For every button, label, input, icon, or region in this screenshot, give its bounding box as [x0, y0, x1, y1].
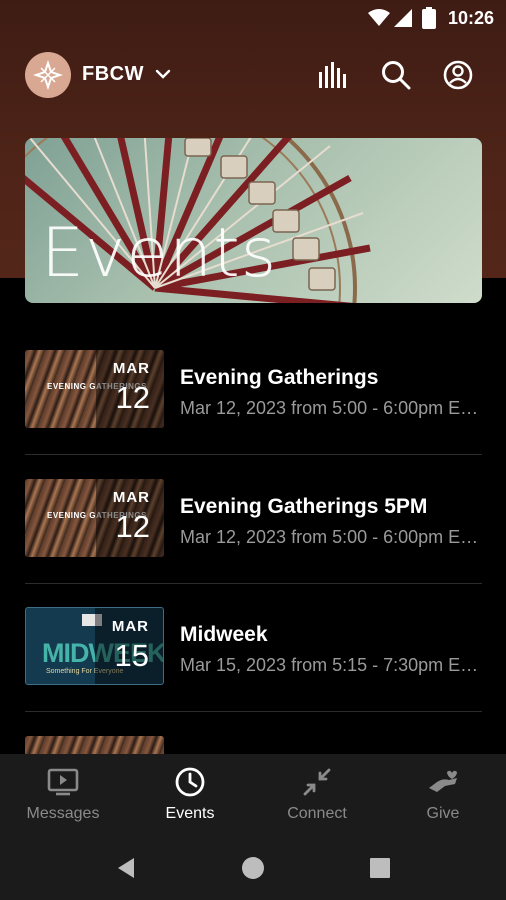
event-datetime: Mar 15, 2023 from 5:15 - 7:30pm Eastern … — [180, 655, 482, 675]
event-thumbnail: EVENING GATHERINGS MAR 12 — [25, 479, 164, 557]
nav-item-events[interactable]: Events — [127, 754, 253, 834]
nav-item-give[interactable]: Give — [380, 754, 506, 834]
event-thumbnail: EVENING GATHERINGS MAR 12 — [25, 350, 164, 428]
home-circle-icon — [242, 857, 264, 879]
recents-square-icon — [370, 858, 390, 878]
event-title: Evening Gatherings — [180, 366, 379, 389]
event-thumbnail — [25, 736, 164, 754]
status-time: 10:26 — [447, 8, 494, 28]
church-logo[interactable] — [25, 52, 71, 98]
nav-item-messages[interactable]: Messages — [0, 754, 126, 834]
tv-play-icon — [47, 766, 79, 798]
home-button[interactable] — [239, 854, 267, 882]
event-item[interactable]: EVENING GATHERINGS MAR 12 Evening Gather… — [25, 467, 482, 565]
nav-label: Messages — [26, 805, 100, 822]
search-icon — [382, 61, 411, 90]
recents-button[interactable] — [366, 854, 394, 882]
events-banner: Events — [25, 138, 482, 303]
event-datetime: Mar 12, 2023 from 5:00 - 6:00pm Eastern … — [180, 527, 482, 547]
system-navigation-bar — [0, 834, 506, 900]
audio-bars-button[interactable] — [317, 58, 351, 92]
banner-title: Events — [41, 214, 278, 293]
event-title: Evening Gatherings 5PM — [180, 495, 428, 518]
bottom-navigation: Messages Events Connect Give — [0, 754, 506, 834]
signal-icon — [394, 9, 412, 27]
date-day: 15 — [114, 638, 149, 673]
divider — [25, 711, 482, 712]
account-button[interactable] — [441, 58, 475, 92]
back-triangle-icon — [118, 858, 134, 878]
audio-bars-icon — [319, 62, 346, 88]
wifi-icon — [368, 9, 390, 26]
chevron-down-icon[interactable] — [154, 65, 172, 83]
event-item[interactable]: MIDWEEK Something For Everyone MAR 15 Mi… — [25, 595, 482, 693]
clock-icon — [174, 766, 206, 798]
date-month: MAR — [111, 618, 149, 635]
org-name[interactable]: FBCW — [82, 63, 144, 86]
battery-icon — [422, 7, 436, 29]
event-datetime: Mar 12, 2023 from 5:00 - 6:00pm Eastern … — [180, 398, 482, 418]
nav-label: Connect — [287, 805, 347, 822]
nav-label: Give — [426, 805, 460, 822]
search-button[interactable] — [379, 58, 413, 92]
event-list[interactable]: EVENING GATHERINGS MAR 12 Evening Gather… — [0, 338, 506, 754]
event-title: Midweek — [180, 623, 268, 646]
date-month: MAR — [112, 360, 150, 377]
divider — [25, 583, 482, 584]
event-item[interactable] — [25, 724, 482, 754]
crowd-image — [25, 736, 164, 754]
account-icon — [443, 60, 473, 90]
date-month: MAR — [112, 489, 150, 506]
event-thumbnail: MIDWEEK Something For Everyone MAR 15 — [25, 607, 164, 685]
date-day: 12 — [115, 509, 150, 544]
app-header: FBCW — [0, 48, 506, 104]
nav-label: Events — [165, 805, 215, 822]
status-bar: 10:26 — [0, 0, 506, 38]
date-badge: MAR 12 — [96, 350, 164, 428]
date-day: 12 — [115, 380, 150, 415]
event-item[interactable]: EVENING GATHERINGS MAR 12 Evening Gather… — [25, 338, 482, 436]
hand-heart-icon — [427, 766, 459, 798]
divider — [25, 454, 482, 455]
logo-icon — [33, 60, 63, 90]
date-badge: MAR 12 — [96, 479, 164, 557]
back-button[interactable] — [112, 854, 140, 882]
nav-item-connect[interactable]: Connect — [254, 754, 380, 834]
date-badge: MAR 15 — [95, 608, 163, 684]
collapse-arrows-icon — [301, 766, 333, 798]
